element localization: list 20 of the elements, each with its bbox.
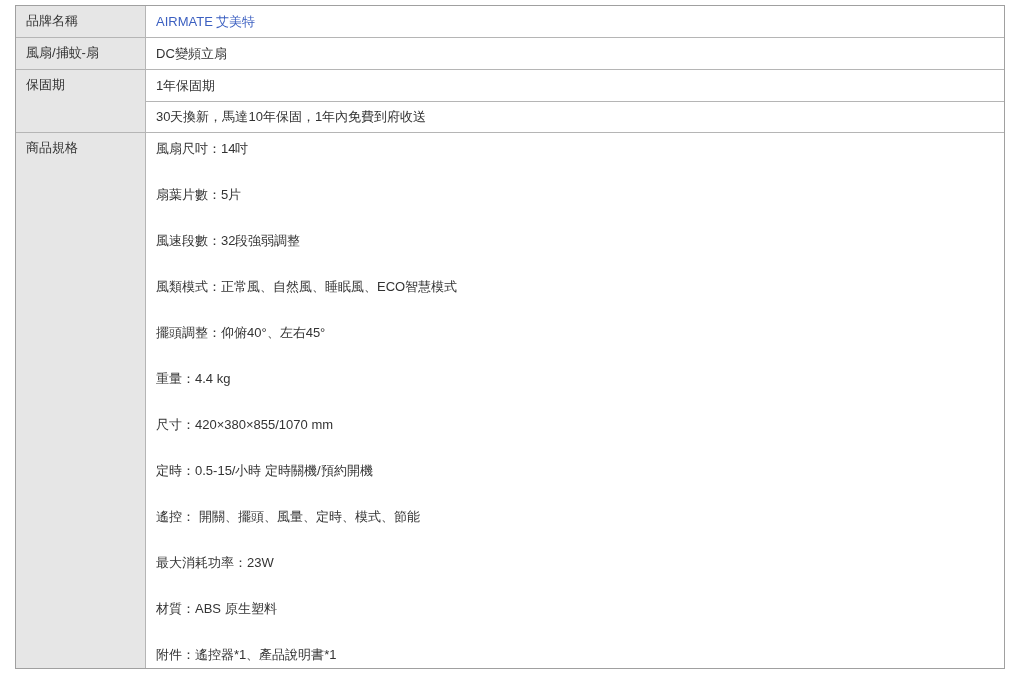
spec-line: 風類模式：正常風、自然風、睡眠風、ECO智慧模式 xyxy=(156,278,458,296)
label-cell: 品牌名稱 xyxy=(16,6,146,37)
spec-line: 附件：遙控器*1、產品說明書*1 xyxy=(156,646,337,664)
label-cell: 風扇/捕蚊-扇 xyxy=(16,38,146,69)
spec-line: 風扇尺吋：14吋 xyxy=(156,140,249,158)
brand-link[interactable]: AIRMATE 艾美特 xyxy=(156,11,256,32)
spec-line: 尺寸：420×380×855/1070 mm xyxy=(156,416,334,434)
spec-line: 定時：0.5-15/小時 定時關機/預約開機 xyxy=(156,462,373,480)
table-cell-text: 30天換新，馬達10年保固，1年內免費到府收送 xyxy=(156,108,427,127)
spec-line: 材質：ABS 原生塑料 xyxy=(156,600,277,618)
label-cell: 商品規格 xyxy=(16,133,146,668)
table-cell-text: DC變頻立扇 xyxy=(156,44,227,63)
spec-line: 扇葉片數：5片 xyxy=(156,186,242,204)
spec-line: 擺頭調整：仰俯40°、左右45° xyxy=(156,324,326,342)
spec-line: 重量：4.4 kg xyxy=(156,370,231,388)
spec-line: 最大消耗功率：23W xyxy=(156,554,274,572)
spec-line: 遙控： 開關、擺頭、風量、定時、模式、節能 xyxy=(156,508,420,526)
label-cell: 保固期 xyxy=(16,70,146,132)
table-cell-text: 1年保固期 xyxy=(156,76,216,95)
spec-line: 風速段數：32段強弱調整 xyxy=(156,232,301,250)
